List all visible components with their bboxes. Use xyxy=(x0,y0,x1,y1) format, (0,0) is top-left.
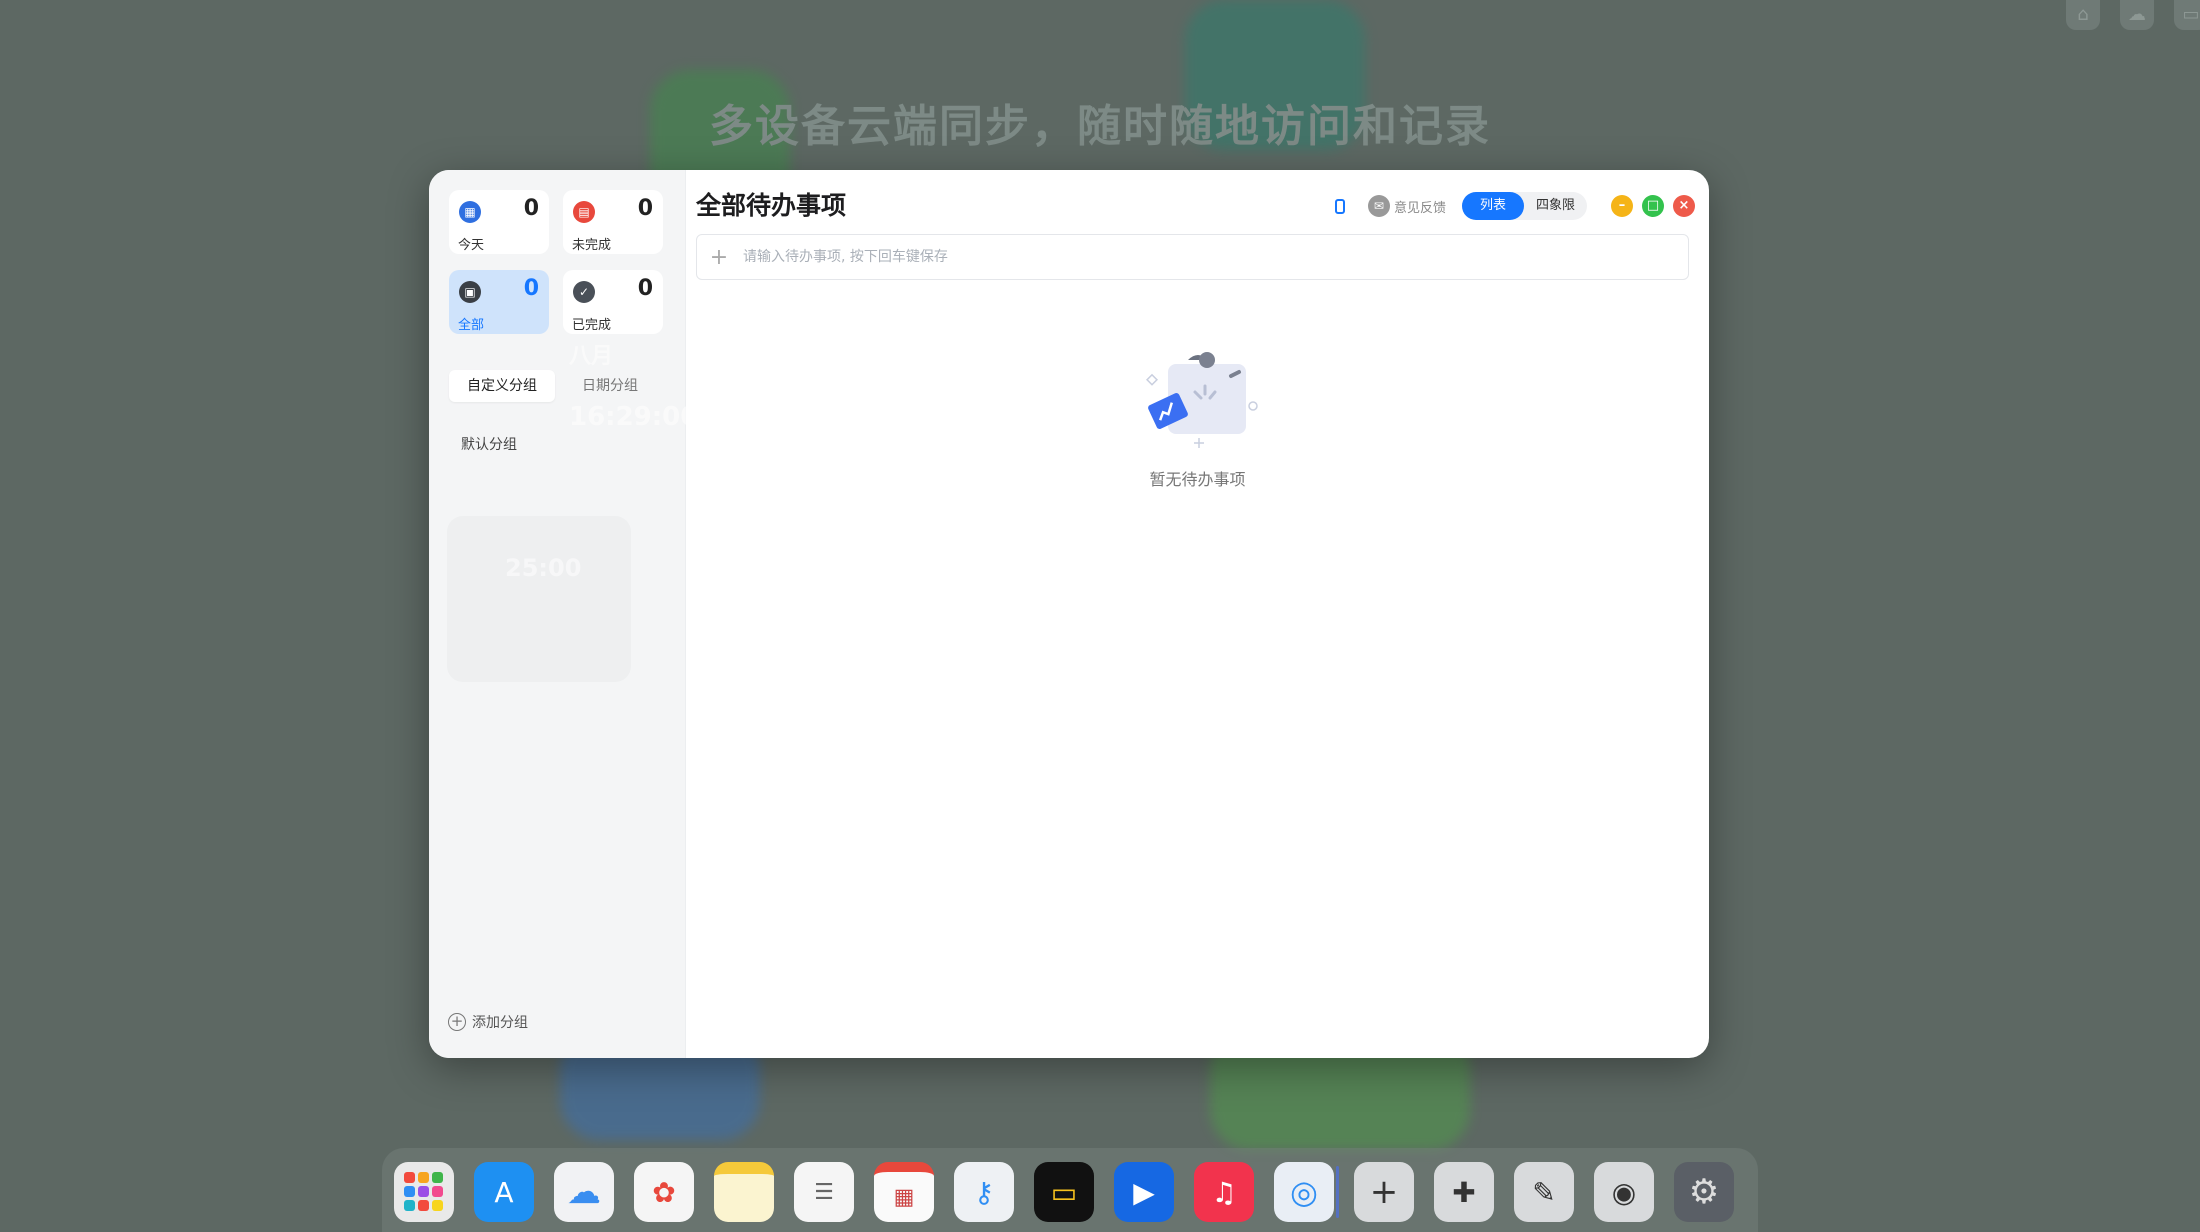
plus-circle-icon: + xyxy=(448,1013,466,1031)
card-completed-count: 0 xyxy=(637,276,653,301)
window-icon: ▭ xyxy=(2174,0,2200,30)
dock: A ☁ ✿ ☰ ▦ ⚷ ▭ ▶ ♫ ◎ + ✚ ✎ ◉ ⚙ xyxy=(382,1148,1758,1232)
todo-window: 八月 16:29:00 25:00 ▦ 0 今天 ▤ 0 未完成 ▣ 0 全部 … xyxy=(429,170,1709,1058)
app-store-icon[interactable]: A xyxy=(474,1162,534,1222)
main-panel: 全部待办事项 ✉ 意见反馈 列表 四象限 – □ × + 请输入待办事项, 按下… xyxy=(686,170,1709,1058)
ghost-time: 16:29:00 xyxy=(569,402,699,432)
add-group-button[interactable]: + 添加分组 xyxy=(448,1012,528,1032)
tab-date-group[interactable]: 日期分组 xyxy=(557,370,663,402)
music-icon[interactable]: ♫ xyxy=(1194,1162,1254,1222)
calendar-today-icon: ▦ xyxy=(459,201,481,223)
plus-icon: + xyxy=(709,244,729,270)
group-item-default[interactable]: 默认分组 xyxy=(461,434,517,454)
home-icon: ⌂ xyxy=(2066,0,2100,30)
card-incomplete-label: 未完成 xyxy=(572,238,612,253)
card-all-label: 全部 xyxy=(458,318,485,333)
group-mode-tabs: 自定义分组 日期分组 xyxy=(449,370,665,402)
incomplete-icon: ▤ xyxy=(573,201,595,223)
empty-state: 暂无待办事项 xyxy=(686,346,1709,490)
new-todo-field: + xyxy=(696,234,1689,280)
brush-icon[interactable]: ✎ xyxy=(1514,1162,1574,1222)
ghost-month: 八月 xyxy=(569,344,614,369)
notes-icon[interactable] xyxy=(714,1162,774,1222)
card-incomplete-count: 0 xyxy=(637,196,653,221)
window-controls: – □ × xyxy=(1611,195,1695,217)
new-todo-input[interactable] xyxy=(741,248,1688,266)
add-group-label: 添加分组 xyxy=(472,1015,528,1031)
sidebar: 八月 16:29:00 25:00 ▦ 0 今天 ▤ 0 未完成 ▣ 0 全部 … xyxy=(429,170,698,1058)
feedback-label: 意见反馈 xyxy=(1393,200,1446,216)
empty-state-text: 暂无待办事项 xyxy=(1149,470,1246,489)
dock-separator xyxy=(1336,1166,1339,1218)
maximize-button[interactable]: □ xyxy=(1642,195,1664,217)
launchpad-icon[interactable] xyxy=(394,1162,454,1222)
card-completed[interactable]: ✓ 0 已完成 xyxy=(563,270,663,334)
toolbar: ✉ 意见反馈 列表 四象限 – □ × xyxy=(1328,190,1695,222)
safari-icon[interactable]: ◎ xyxy=(1274,1162,1334,1222)
card-completed-label: 已完成 xyxy=(572,318,612,333)
bg-headline: 多设备云端同步，随时随地访问和记录 xyxy=(709,101,1491,152)
page-title: 全部待办事项 xyxy=(696,191,847,220)
keychain-icon[interactable]: ⚷ xyxy=(954,1162,1014,1222)
ghost-timer-widget xyxy=(447,516,631,682)
view-quadrant-button[interactable]: 四象限 xyxy=(1524,192,1587,220)
card-today-count: 0 xyxy=(523,196,539,221)
card-all-count: 0 xyxy=(523,276,539,301)
view-mode-switch: 列表 四象限 xyxy=(1461,192,1587,220)
check-icon: ✓ xyxy=(573,281,595,303)
cloud-icon: ☁ xyxy=(2120,0,2154,30)
add-icon[interactable]: + xyxy=(1354,1162,1414,1222)
wallet-icon[interactable]: ▭ xyxy=(1034,1162,1094,1222)
tab-custom-group[interactable]: 自定义分组 xyxy=(449,370,555,402)
inbox-icon: ▣ xyxy=(459,281,481,303)
system-settings-icon[interactable]: ⚙ xyxy=(1674,1162,1734,1222)
card-incomplete[interactable]: ▤ 0 未完成 xyxy=(563,190,663,254)
photos-icon[interactable]: ✿ xyxy=(634,1162,694,1222)
card-today-label: 今天 xyxy=(458,238,485,253)
empty-illustration-icon xyxy=(1145,352,1258,448)
phone-icon xyxy=(1334,198,1345,214)
camera-settings-icon[interactable]: ◉ xyxy=(1594,1162,1654,1222)
extensions-icon[interactable]: ✚ xyxy=(1434,1162,1494,1222)
minimize-button[interactable]: – xyxy=(1611,195,1633,217)
calendar-icon[interactable]: ▦ xyxy=(874,1162,934,1222)
card-today[interactable]: ▦ 0 今天 xyxy=(449,190,549,254)
video-player-icon[interactable]: ▶ xyxy=(1114,1162,1174,1222)
mobile-sync-button[interactable] xyxy=(1328,194,1352,218)
mail-icon: ✉ xyxy=(1367,195,1390,217)
ghost-timer: 25:00 xyxy=(505,554,582,582)
icloud-icon[interactable]: ☁ xyxy=(554,1162,614,1222)
close-button[interactable]: × xyxy=(1673,195,1695,217)
reminders-icon[interactable]: ☰ xyxy=(794,1162,854,1222)
view-list-button[interactable]: 列表 xyxy=(1461,192,1524,220)
card-all[interactable]: ▣ 0 全部 xyxy=(449,270,549,334)
feedback-button[interactable]: ✉ 意见反馈 xyxy=(1367,195,1446,217)
